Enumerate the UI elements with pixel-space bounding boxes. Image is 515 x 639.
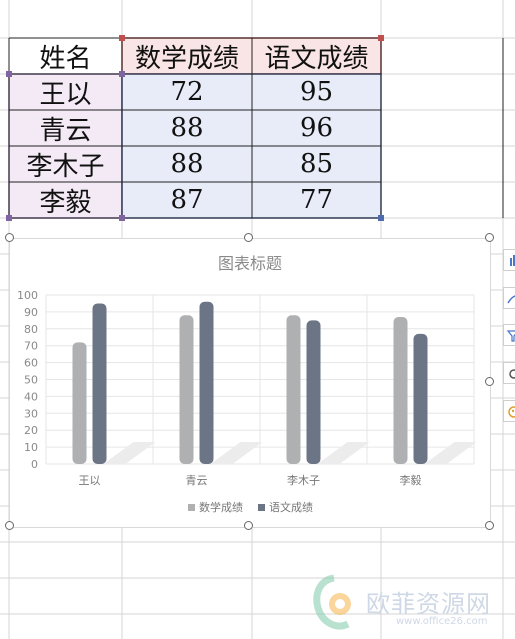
y-tick-label: 0: [31, 458, 38, 471]
x-tick-label: 青云: [186, 474, 208, 487]
cell-name[interactable]: 李毅: [9, 182, 122, 218]
chart-resize-handle[interactable]: [5, 521, 14, 530]
cell-math[interactable]: 88: [122, 110, 252, 146]
chart-color-glyph: [508, 406, 515, 418]
range-handle[interactable]: [6, 71, 12, 77]
bar-shadow: [317, 442, 370, 464]
bar[interactable]: [199, 301, 214, 464]
y-tick-label: 90: [24, 306, 38, 319]
range-handle[interactable]: [378, 35, 384, 41]
y-tick-label: 40: [24, 390, 38, 403]
x-tick-label: 李木子: [287, 473, 320, 487]
y-tick-label: 30: [24, 407, 38, 420]
cell-chinese[interactable]: 85: [252, 146, 381, 182]
header-chinese[interactable]: 语文成绩: [252, 38, 381, 74]
y-tick-label: 100: [17, 289, 38, 302]
cell-math[interactable]: 88: [122, 146, 252, 182]
range-handle[interactable]: [119, 71, 125, 77]
bar-shadow: [210, 442, 263, 464]
bar[interactable]: [413, 333, 428, 464]
chart-resize-handle[interactable]: [244, 233, 253, 242]
chart-title[interactable]: 图表标题: [218, 254, 282, 273]
bar[interactable]: [72, 342, 87, 464]
bar[interactable]: [306, 320, 321, 464]
cell-chinese[interactable]: 95: [252, 74, 381, 110]
bar[interactable]: [92, 303, 107, 464]
y-tick-label: 80: [24, 323, 38, 336]
bar[interactable]: [286, 315, 301, 464]
range-handle[interactable]: [378, 215, 384, 221]
chart-style-glyph: [507, 295, 515, 304]
x-tick-label: 李毅: [400, 473, 422, 487]
cell-chinese[interactable]: 77: [252, 182, 381, 218]
chart-resize-handle[interactable]: [485, 233, 494, 242]
cell-math[interactable]: 72: [122, 74, 252, 110]
y-tick-label: 20: [24, 424, 38, 437]
header-name[interactable]: 姓名: [9, 38, 122, 74]
cell-math[interactable]: 87: [122, 182, 252, 218]
watermark-logo-icon: [313, 574, 351, 630]
range-handle[interactable]: [119, 35, 125, 41]
watermark: 欧菲资源网 www.office26.com: [312, 574, 512, 634]
chart-elements-icon[interactable]: [503, 249, 515, 271]
x-tick-label: 王以: [79, 474, 101, 487]
chart-color-icon[interactable]: [503, 400, 515, 422]
y-tick-label: 70: [24, 340, 38, 353]
watermark-url: www.office26.com: [396, 616, 488, 627]
bar[interactable]: [393, 316, 408, 464]
chart-elements-glyph: [510, 255, 515, 266]
chart-style-icon[interactable]: [503, 287, 515, 309]
chart-settings-icon[interactable]: [503, 362, 515, 384]
legend-swatch: [188, 504, 195, 511]
chart-filter-icon[interactable]: [503, 324, 515, 346]
cell-chinese[interactable]: 96: [252, 110, 381, 146]
chart-resize-handle[interactable]: [485, 377, 494, 386]
bar[interactable]: [179, 315, 194, 464]
legend-label[interactable]: 数学成绩: [199, 500, 243, 514]
legend-label[interactable]: 语文成绩: [269, 500, 313, 514]
legend-swatch: [258, 504, 265, 511]
bar-chart[interactable]: 图表标题 0 10 20 30 40 50 60 70 80 90 100 王以 青云 李木子 李毅 数学…: [10, 239, 490, 527]
chart-resize-handle[interactable]: [5, 233, 14, 242]
y-tick-label: 10: [24, 441, 38, 454]
chart-object[interactable]: 图表标题 0 10 20 30 40 50 60 70 80 90 100 王以 青云 李木子 李毅 数学…: [9, 238, 491, 528]
range-handle[interactable]: [6, 215, 12, 221]
watermark-text: 欧菲资源网: [366, 590, 491, 618]
header-math[interactable]: 数学成绩: [122, 38, 252, 74]
bar-shadow: [424, 442, 477, 464]
chart-settings-glyph: [509, 369, 515, 379]
cell-name[interactable]: 青云: [9, 110, 122, 146]
y-tick-label: 60: [24, 357, 38, 370]
chart-filter-glyph: [506, 330, 515, 342]
bar-shadow: [103, 442, 156, 464]
chart-resize-handle[interactable]: [485, 521, 494, 530]
cell-name[interactable]: 王以: [9, 74, 122, 110]
chart-resize-handle[interactable]: [244, 521, 253, 530]
cell-name[interactable]: 李木子: [9, 146, 122, 182]
range-handle[interactable]: [119, 215, 125, 221]
y-tick-label: 50: [24, 374, 38, 387]
